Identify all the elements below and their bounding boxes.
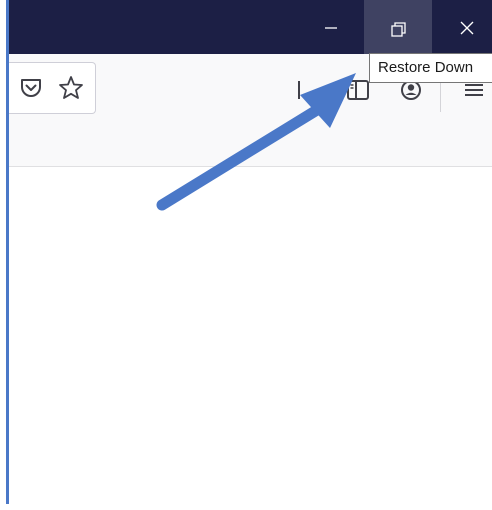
restore-down-tooltip: Restore Down xyxy=(369,53,492,83)
browser-window-crop: Restore Down xyxy=(0,0,492,510)
